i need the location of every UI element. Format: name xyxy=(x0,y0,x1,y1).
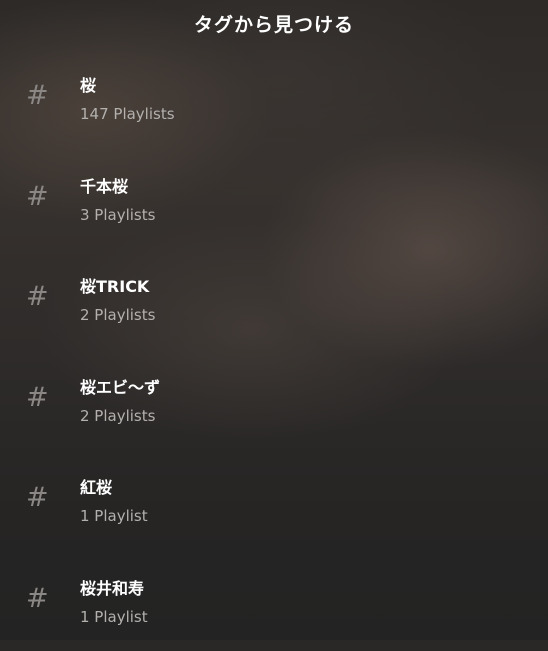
tag-browser-screen: タグから見つける # 桜 147 Playlists # 千本桜 3 Playl… xyxy=(0,0,548,640)
tag-row[interactable]: # 紅桜 1 Playlist xyxy=(0,450,548,551)
tag-name: 桜TRICK xyxy=(80,273,149,297)
tag-row[interactable]: # 千本桜 3 Playlists xyxy=(0,149,548,250)
tag-name: 桜 xyxy=(80,72,96,96)
header: タグから見つける xyxy=(0,0,548,46)
hash-icon: # xyxy=(26,585,49,612)
hash-icon: # xyxy=(26,484,49,511)
tag-name: 桜井和寿 xyxy=(80,575,144,599)
tag-name: 千本桜 xyxy=(80,173,128,197)
playlist-count: 2 Playlists xyxy=(80,306,155,324)
tag-name: 桜エビ〜ず xyxy=(80,374,160,398)
playlist-count: 1 Playlist xyxy=(80,507,148,525)
tag-row[interactable]: # 桜 147 Playlists xyxy=(0,48,548,149)
hash-icon: # xyxy=(26,82,49,109)
hash-icon: # xyxy=(26,183,49,210)
page-title: タグから見つける xyxy=(194,10,354,37)
hash-icon: # xyxy=(26,384,49,411)
tag-list: # 桜 147 Playlists # 千本桜 3 Playlists # 桜T… xyxy=(0,48,548,651)
tag-row[interactable]: # 桜井和寿 1 Playlist xyxy=(0,551,548,651)
playlist-count: 1 Playlist xyxy=(80,608,148,626)
tag-name: 紅桜 xyxy=(80,474,112,498)
playlist-count: 2 Playlists xyxy=(80,407,155,425)
playlist-count: 3 Playlists xyxy=(80,206,155,224)
tag-row[interactable]: # 桜TRICK 2 Playlists xyxy=(0,249,548,350)
tag-row[interactable]: # 桜エビ〜ず 2 Playlists xyxy=(0,350,548,451)
hash-icon: # xyxy=(26,283,49,310)
playlist-count: 147 Playlists xyxy=(80,105,175,123)
